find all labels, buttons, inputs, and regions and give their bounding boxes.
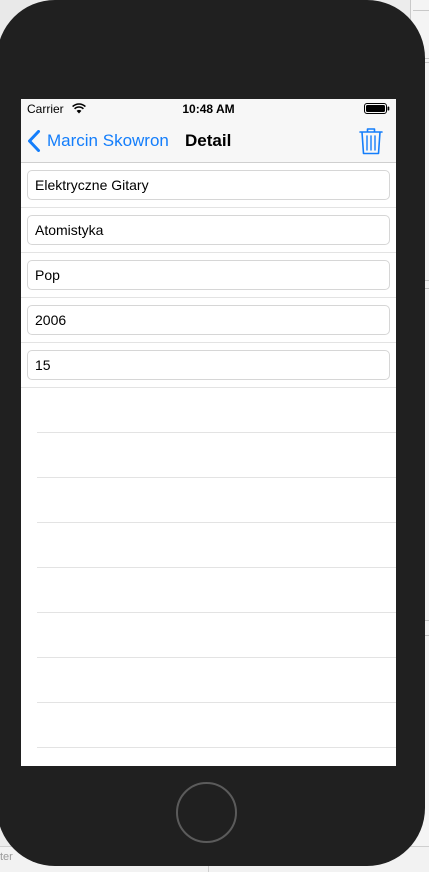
table-row: [21, 253, 396, 298]
empty-row: [37, 568, 396, 613]
name-field[interactable]: [27, 215, 390, 245]
device-screen: Carrier 10:48 AM Marcin Skowron Detail: [21, 99, 396, 766]
page-title: Detail: [185, 131, 232, 150]
title-field[interactable]: [27, 170, 390, 200]
empty-row: [37, 613, 396, 658]
table-row: [21, 163, 396, 208]
empty-row: [37, 388, 396, 433]
table-row: [21, 298, 396, 343]
status-bar: Carrier 10:48 AM: [21, 99, 396, 119]
year-field[interactable]: [27, 305, 390, 335]
back-button[interactable]: Marcin Skowron: [27, 119, 169, 163]
table-row: [21, 343, 396, 388]
filter-field[interactable]: ter: [0, 851, 13, 863]
genre-field[interactable]: [27, 260, 390, 290]
battery-icon: [364, 103, 390, 114]
number-field[interactable]: [27, 350, 390, 380]
navigation-bar: Marcin Skowron Detail: [21, 119, 396, 163]
empty-row: [37, 703, 396, 748]
home-button[interactable]: [176, 782, 237, 843]
table-row: [21, 208, 396, 253]
status-time: 10:48 AM: [182, 102, 235, 116]
trash-icon[interactable]: [359, 127, 383, 155]
empty-row: [37, 478, 396, 523]
empty-row: [37, 433, 396, 478]
empty-row: [37, 658, 396, 703]
detail-table: [21, 163, 396, 748]
back-button-label: Marcin Skowron: [47, 131, 169, 150]
empty-row: [37, 523, 396, 568]
chevron-left-icon: [28, 130, 40, 152]
simulator-device-frame: Carrier 10:48 AM Marcin Skowron Detail: [0, 0, 425, 866]
